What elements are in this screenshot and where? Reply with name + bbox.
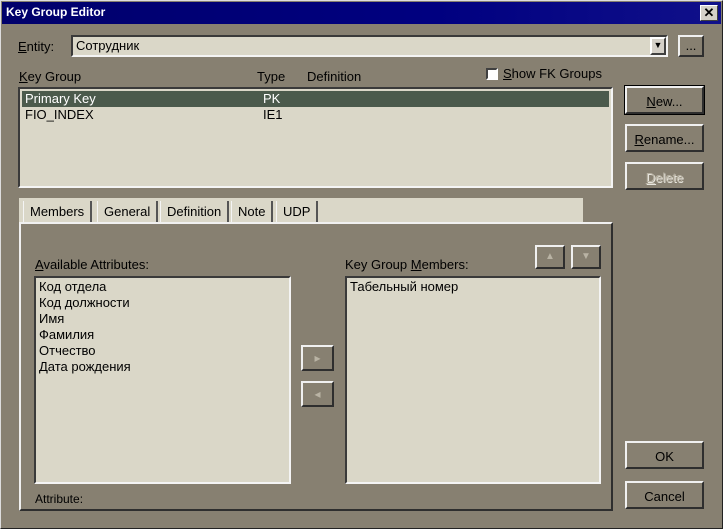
available-attributes-label: Available Attributes: <box>35 257 149 272</box>
key-group-members-label: Key Group Members: <box>345 257 469 272</box>
key-group-editor-window: Key Group Editor ✕ Entity: Сотрудник ▼ .… <box>0 0 723 529</box>
keygroup-row-type: PK <box>263 91 281 106</box>
keygroup-row[interactable]: Primary Key PK <box>22 91 609 107</box>
key-group-members-list[interactable]: Табельный номер <box>345 276 601 484</box>
move-left-icon[interactable]: ◂ <box>301 381 334 407</box>
keygroup-row-name: FIO_INDEX <box>25 107 94 122</box>
list-item[interactable]: Код должности <box>39 295 130 310</box>
keygroup-header-definition: Definition <box>307 69 362 84</box>
list-item[interactable]: Имя <box>39 311 64 326</box>
list-item[interactable]: Отчество <box>39 343 96 358</box>
keygroup-header-type: Type <box>257 69 286 84</box>
title-bar[interactable]: Key Group Editor ✕ <box>2 2 721 24</box>
tab-definition[interactable]: Definition <box>160 201 230 223</box>
keygroup-header-name: Key Group <box>19 69 82 84</box>
keygroup-row-type: IE1 <box>263 107 283 122</box>
move-down-icon[interactable]: ▼ <box>571 245 601 269</box>
move-right-icon[interactable]: ▸ <box>301 345 334 371</box>
entity-combobox[interactable]: Сотрудник ▼ <box>71 35 668 57</box>
chevron-down-icon[interactable]: ▼ <box>650 37 666 55</box>
entity-value: Сотрудник <box>76 38 140 53</box>
show-fk-groups-checkbox[interactable] <box>486 68 498 80</box>
tab-udp[interactable]: UDP <box>276 201 319 223</box>
attribute-label: Attribute: <box>35 492 84 506</box>
window-title: Key Group Editor <box>6 5 106 19</box>
show-fk-groups-label: Show FK Groups <box>503 66 602 81</box>
close-icon[interactable]: ✕ <box>700 5 718 21</box>
available-attributes-list[interactable]: Код отдела Код должности Имя Фамилия Отч… <box>34 276 291 484</box>
keygroup-list[interactable]: Primary Key PK FIO_INDEX IE1 <box>18 87 613 188</box>
new-button[interactable]: New... <box>624 85 705 115</box>
list-item[interactable]: Табельный номер <box>350 279 458 294</box>
list-item[interactable]: Фамилия <box>39 327 94 342</box>
cancel-button[interactable]: Cancel <box>625 481 704 509</box>
keygroup-row[interactable]: FIO_INDEX IE1 <box>22 107 609 123</box>
list-item[interactable]: Код отдела <box>39 279 106 294</box>
tab-general[interactable]: General <box>97 201 159 223</box>
ok-button[interactable]: OK <box>625 441 704 469</box>
list-item[interactable]: Дата рождения <box>39 359 131 374</box>
entity-label: Entity: <box>18 39 55 54</box>
tab-note[interactable]: Note <box>231 201 274 223</box>
entity-browse-button[interactable]: ... <box>678 35 704 57</box>
keygroup-row-name: Primary Key <box>25 91 96 106</box>
tab-members[interactable]: Members <box>23 201 93 223</box>
rename-button[interactable]: Rename... <box>625 124 704 152</box>
delete-button[interactable]: Delete <box>625 162 704 190</box>
move-up-icon[interactable]: ▲ <box>535 245 565 269</box>
